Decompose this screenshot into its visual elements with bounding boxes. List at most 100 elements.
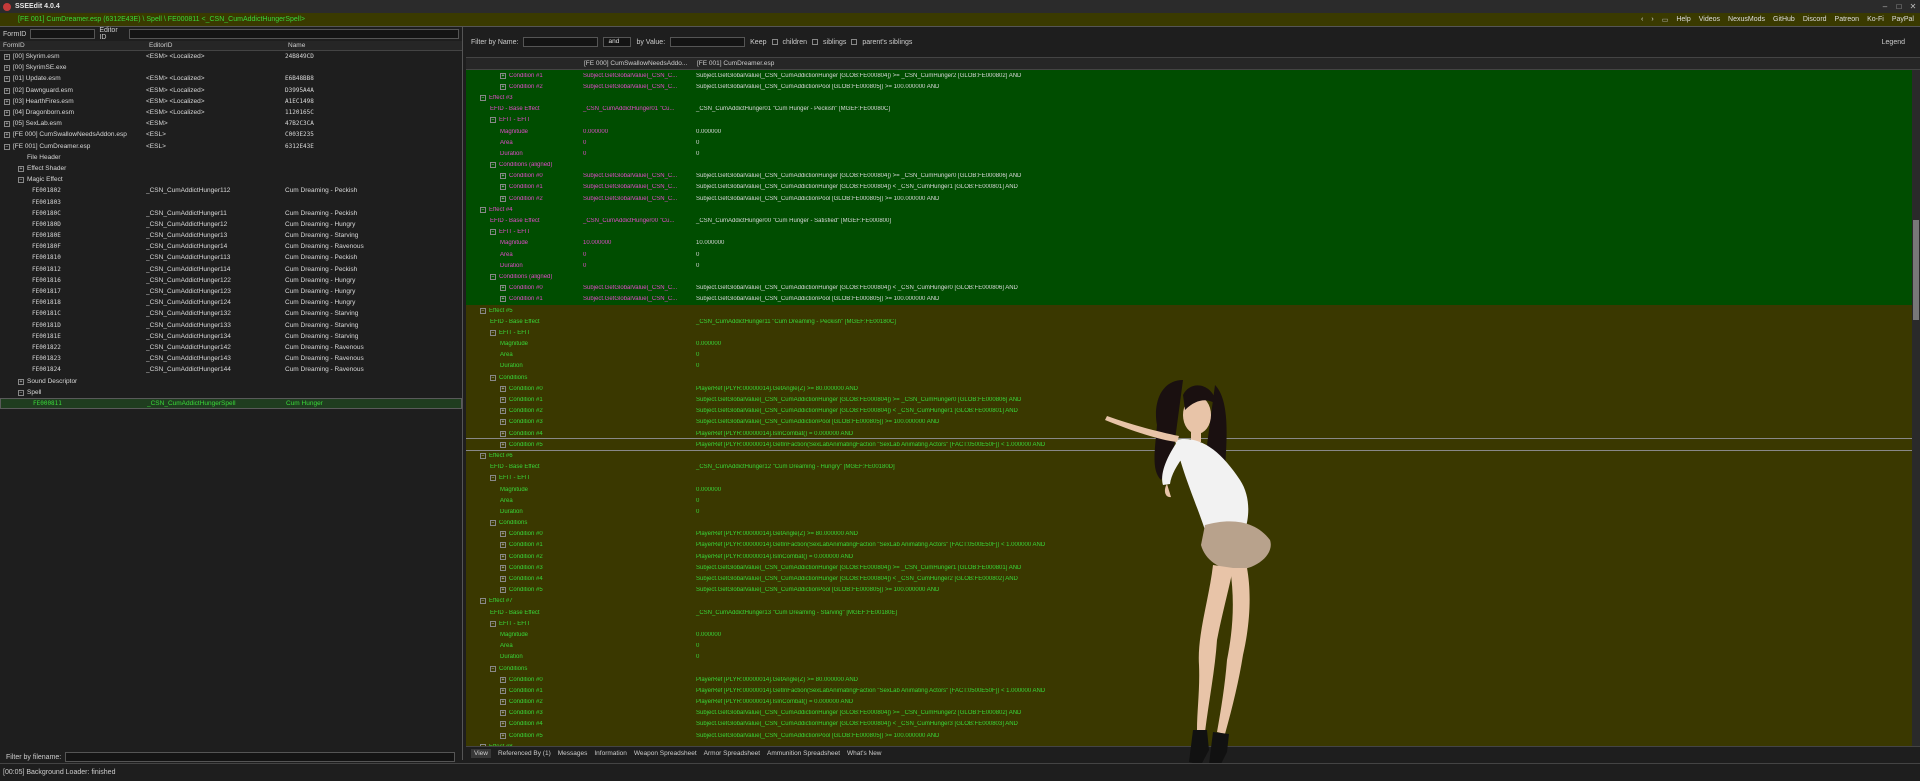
dreamer-value[interactable]: Subject.GetGlobalValue(_CSN_CumAddiction… <box>694 565 1114 571</box>
minimize-icon[interactable]: – <box>1878 2 1892 11</box>
addon-value[interactable]: Subject.GetGlobalValue(_CSN_C... <box>581 84 694 90</box>
nav-tree-row[interactable]: FE000811 _CSN_CumAddictHungerSpell Cum Hun… <box>0 397 462 409</box>
tab-weapon-spreadsheet[interactable]: Weapon Spreadsheet <box>634 750 697 757</box>
expand-icon[interactable]: + <box>4 98 10 105</box>
collapse-icon[interactable]: − <box>490 665 496 672</box>
dreamer-value[interactable]: Subject.GetGlobalValue(_CSN_CumAddiction… <box>694 184 1114 190</box>
tab-ammunition-spreadsheet[interactable]: Ammunition Spreadsheet <box>767 750 840 757</box>
record-tree-row[interactable]: Area 0 0 <box>466 137 1912 149</box>
tab-referenced-by[interactable]: Referenced By (1) <box>498 750 551 757</box>
dreamer-value[interactable]: Subject.GetGlobalValue(_CSN_CumAddiction… <box>694 710 1114 716</box>
collapse-icon[interactable]: − <box>490 374 496 381</box>
nexusmods-link[interactable]: NexusMods <box>1728 16 1765 23</box>
filter-value-input[interactable] <box>670 37 746 47</box>
addon-value[interactable]: 0 <box>581 151 694 157</box>
dreamer-value[interactable]: Subject.GetGlobalValue(_CSN_CumAddiction… <box>694 173 1114 179</box>
nav-tree-row[interactable]: File Header <box>0 152 462 163</box>
addon-value[interactable]: 0 <box>581 252 694 258</box>
dreamer-value[interactable]: Subject.GetGlobalValue(_CSN_CumAddiction… <box>694 397 1114 403</box>
dreamer-value[interactable]: 0 <box>694 252 1114 258</box>
expand-icon[interactable]: + <box>4 110 10 117</box>
addon-value[interactable]: 0.000000 <box>581 129 694 135</box>
tab-armor-spreadsheet[interactable]: Armor Spreadsheet <box>704 750 760 757</box>
nav-tree-row[interactable]: FE00180C _CSN_CumAddictHunger11 Cum Dreami… <box>0 208 462 219</box>
dreamer-value[interactable]: _CSN_CumAddictHunger13 "Cum Dreaming - S… <box>694 610 1114 616</box>
help-link[interactable]: Help <box>1676 16 1690 23</box>
collapse-icon[interactable]: − <box>490 620 496 627</box>
paypal-link[interactable]: PayPal <box>1892 16 1914 23</box>
record-tree-row[interactable]: Duration 0 0 <box>466 260 1912 272</box>
expand-icon[interactable]: + <box>500 587 506 594</box>
expand-icon[interactable]: + <box>500 699 506 706</box>
dreamer-value[interactable]: PlayerRef [PLYR:00000014].IsInCombat() =… <box>694 431 1114 437</box>
github-link[interactable]: GitHub <box>1773 16 1795 23</box>
tab-view[interactable]: View <box>471 749 491 758</box>
nav-tree-row[interactable]: + [FE 000] CumSwallowNeedsAddon.esp <ESL> C… <box>0 129 462 140</box>
dreamer-value[interactable]: 10.000000 <box>694 240 1114 246</box>
addon-value[interactable]: 0 <box>581 140 694 146</box>
nav-tree-row[interactable]: FE001824 _CSN_CumAddictHunger144 Cum Dream… <box>0 364 462 375</box>
vertical-scrollbar[interactable] <box>1912 70 1920 746</box>
record-tree-row[interactable]: EFID - Base Effect _CSN_CumAddictHunger00… <box>466 215 1912 227</box>
expand-icon[interactable]: + <box>4 87 10 94</box>
expand-icon[interactable]: + <box>500 430 506 437</box>
record-tree-row[interactable]: + Condition #0 Subject.GetGlobalValue(_CSN… <box>466 170 1912 182</box>
dreamer-value[interactable]: 0 <box>694 643 1114 649</box>
dreamer-value[interactable]: Subject.GetGlobalValue(_CSN_CumAddiction… <box>694 196 1114 202</box>
kofi-link[interactable]: Ko-Fi <box>1867 16 1884 23</box>
nav-tree-row[interactable]: FE001818 _CSN_CumAddictHunger124 Cum Dream… <box>0 297 462 308</box>
record-tree-row[interactable]: EFID - Base Effect _CSN_CumAddictHunger01… <box>466 103 1912 115</box>
collapse-icon[interactable]: − <box>490 475 496 482</box>
children-checkbox[interactable] <box>771 39 778 45</box>
collapse-icon[interactable]: − <box>480 94 486 101</box>
expand-icon[interactable]: + <box>500 173 506 180</box>
nav-tree-row[interactable]: FE00181E _CSN_CumAddictHunger134 Cum Dream… <box>0 331 462 342</box>
expand-icon[interactable]: + <box>4 54 10 61</box>
expand-icon[interactable]: + <box>500 83 506 90</box>
collapse-icon[interactable]: − <box>4 143 10 150</box>
record-tree-row[interactable]: Magnitude 0.000000 0.000000 <box>466 125 1912 138</box>
dreamer-value[interactable]: 0 <box>694 140 1114 146</box>
dreamer-value[interactable]: _CSN_CumAddictHunger12 "Cum Dreaming - H… <box>694 464 1114 470</box>
record-tree-row[interactable]: Magnitude 0.000000 <box>466 338 1912 350</box>
record-tree-row[interactable]: + Condition #2 Subject.GetGlobalValue(_CSN… <box>466 81 1912 93</box>
addon-value[interactable]: Subject.GetGlobalValue(_CSN_C... <box>581 73 694 79</box>
dreamer-value[interactable]: 0 <box>694 263 1114 269</box>
nav-tree-row[interactable]: + [02] Dawnguard.esm <ESM> <Localized> D399… <box>0 85 462 96</box>
nav-tree-row[interactable]: − Spell <box>0 387 462 398</box>
expand-icon[interactable]: + <box>500 542 506 549</box>
scrollbar-thumb[interactable] <box>1913 220 1919 320</box>
expand-icon[interactable]: + <box>500 408 506 415</box>
dreamer-value[interactable]: PlayerRef [PLYR:00000014].GetInFaction(S… <box>694 688 1114 694</box>
record-tree-row[interactable]: − Conditions (aligned) <box>466 159 1912 171</box>
dreamer-value[interactable]: PlayerRef [PLYR:00000014].IsInCombat() =… <box>694 554 1114 560</box>
expand-icon[interactable]: + <box>500 710 506 717</box>
nav-tree-row[interactable]: FE001822 _CSN_CumAddictHunger142 Cum Dream… <box>0 342 462 353</box>
record-tree-row[interactable]: − Effect #3 <box>466 92 1912 104</box>
nav-tree-row[interactable]: FE001817 _CSN_CumAddictHunger123 Cum Dream… <box>0 286 462 297</box>
nav-tree-row[interactable]: + [03] HearthFires.esm <ESM> <Localized> A1… <box>0 96 462 107</box>
record-tree-row[interactable]: Area 0 0 <box>466 249 1912 261</box>
dreamer-value[interactable]: PlayerRef [PLYR:00000014].GetAngle(Z) >=… <box>694 531 1114 537</box>
collapse-icon[interactable]: − <box>480 598 486 605</box>
tab-information[interactable]: Information <box>594 750 627 757</box>
dreamer-value[interactable]: Subject.GetGlobalValue(_CSN_CumAddiction… <box>694 84 1114 90</box>
record-tree-row[interactable]: − EFIT - EFIT <box>466 226 1912 238</box>
dreamer-value[interactable]: 0.000000 <box>694 487 1114 493</box>
nav-tree-row[interactable]: FE00181D _CSN_CumAddictHunger133 Cum Dream… <box>0 320 462 331</box>
expand-icon[interactable]: + <box>500 397 506 404</box>
dreamer-value[interactable]: 0.000000 <box>694 341 1114 347</box>
record-tree-row[interactable]: − Conditions (aligned) <box>466 271 1912 283</box>
nav-tree-row[interactable]: + [05] SexLab.esm <ESM> 47B2C3CA <box>0 118 462 129</box>
dreamer-value[interactable]: 0 <box>694 352 1114 358</box>
expand-icon[interactable]: + <box>500 553 506 560</box>
collapse-icon[interactable]: − <box>490 273 496 280</box>
collapse-icon[interactable]: − <box>480 307 486 314</box>
collapse-icon[interactable]: − <box>18 389 24 396</box>
collapse-icon[interactable]: − <box>490 117 496 124</box>
formid-input[interactable] <box>30 29 96 39</box>
collapse-icon[interactable]: − <box>490 229 496 236</box>
nav-tree-row[interactable]: FE001802 _CSN_CumAddictHunger112 Cum Dream… <box>0 185 462 196</box>
record-tree-row[interactable]: Duration 0 0 <box>466 148 1912 160</box>
record-tree-row[interactable]: + Condition #0 Subject.GetGlobalValue(_CSN… <box>466 282 1912 294</box>
